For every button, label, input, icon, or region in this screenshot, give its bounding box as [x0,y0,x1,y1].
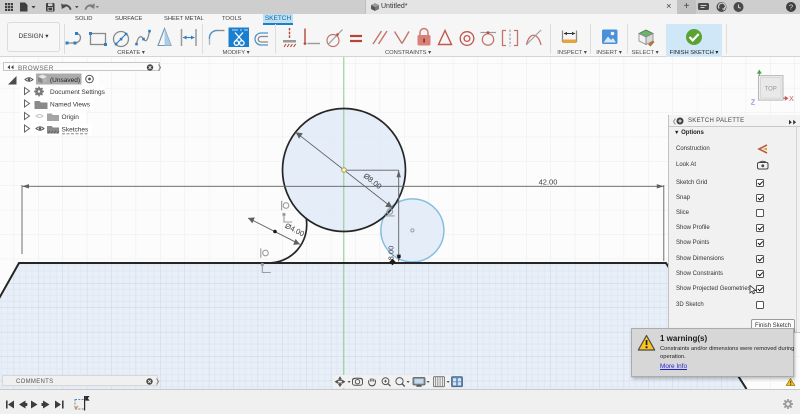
svg-text:?: ? [789,3,793,12]
svg-text:8.00: 8.00 [387,246,396,261]
svg-text:Named Views: Named Views [50,102,91,109]
svg-text:Sketches: Sketches [62,127,89,134]
svg-text:X: X [789,96,794,103]
svg-text:Z: Z [751,100,756,107]
svg-text:Origin: Origin [62,114,80,121]
svg-text:Document Settings: Document Settings [50,89,106,96]
svg-text:TOP: TOP [765,86,777,92]
svg-text:42.00: 42.00 [539,178,558,187]
svg-text:(Unsaved): (Unsaved) [50,77,80,84]
